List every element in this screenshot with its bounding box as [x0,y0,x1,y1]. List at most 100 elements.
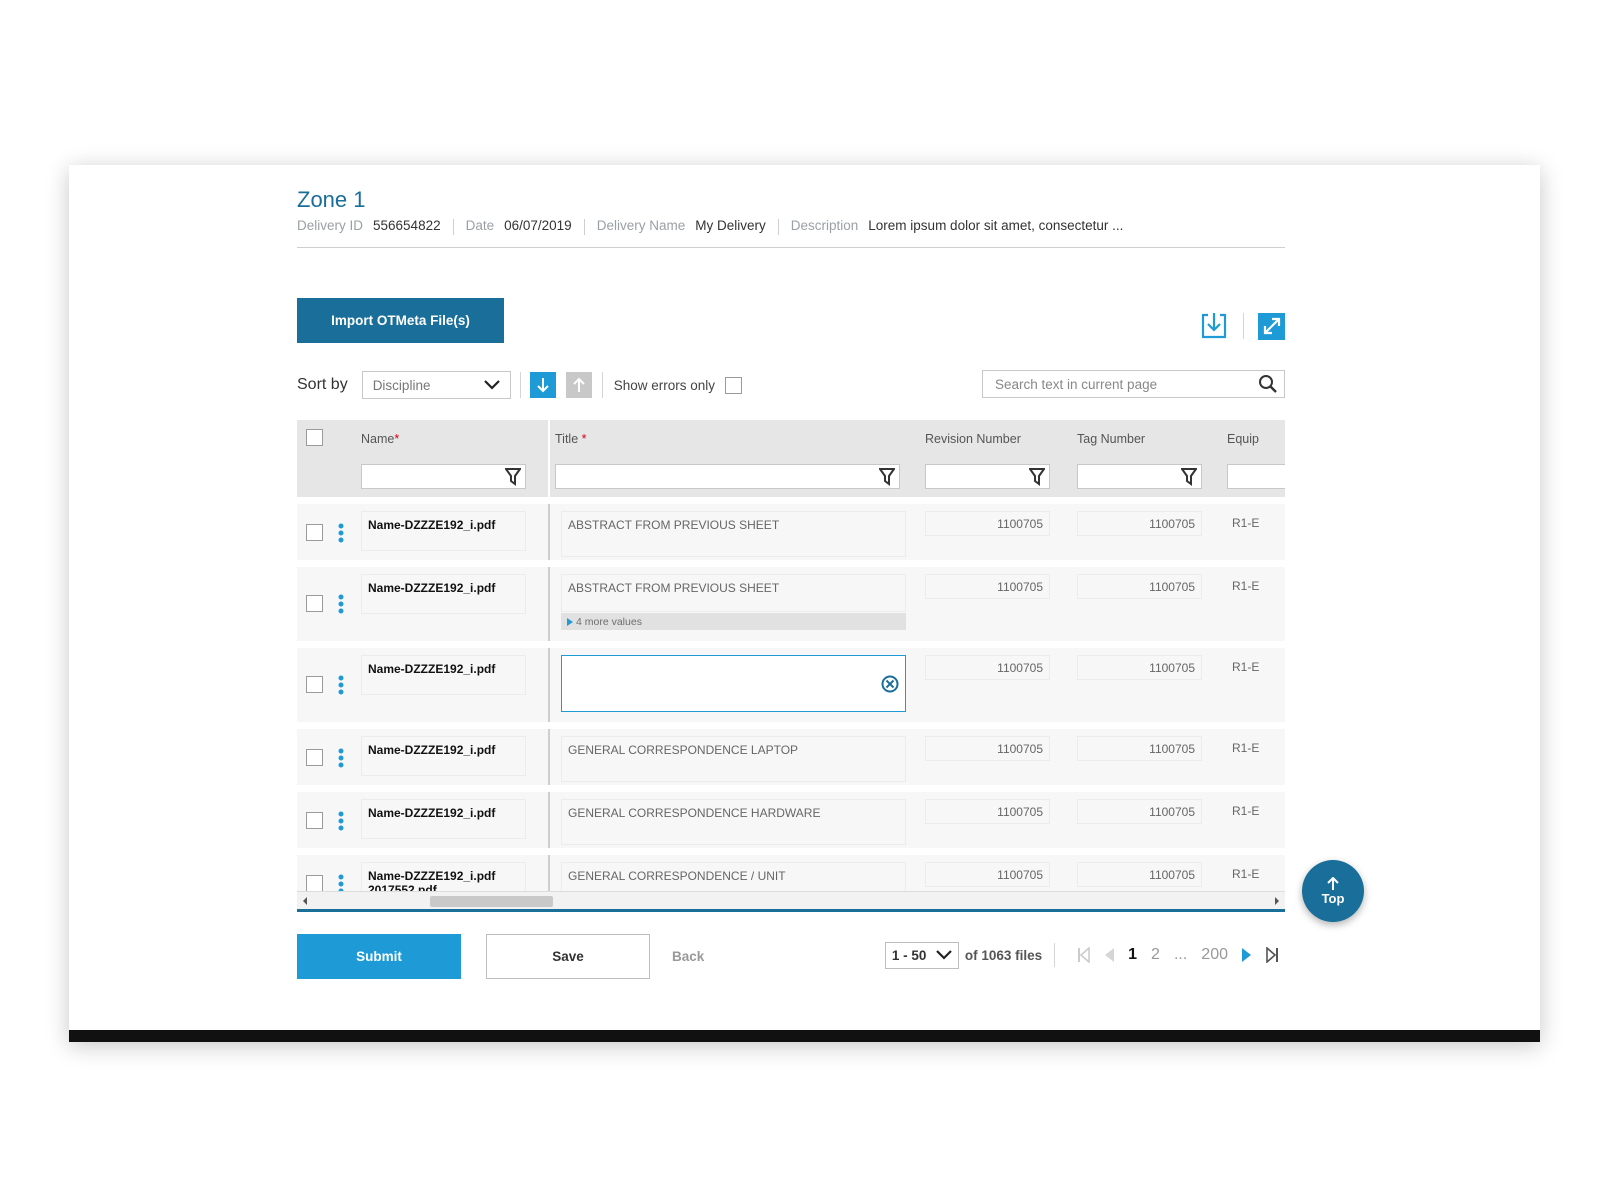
back-to-top-button[interactable]: Top [1302,860,1364,922]
search-icon[interactable] [1258,374,1278,394]
grid-bottom-border [297,909,1285,912]
revision-cell[interactable]: 1100705 [925,574,1050,599]
name-cell[interactable]: Name-DZZZE192_i.pdf [361,574,526,614]
delivery-meta: Delivery ID 556654822 Date 06/07/2019 De… [297,218,1285,248]
meta-divider [452,219,454,235]
next-page-icon[interactable] [1241,947,1253,963]
column-divider [548,729,550,785]
save-button[interactable]: Save [486,933,650,979]
search-input[interactable]: Search text in current page [982,370,1285,398]
row-checkbox[interactable] [306,812,323,829]
title-cell[interactable]: ABSTRACT FROM PREVIOUS SHEET [561,511,906,557]
tag-cell[interactable]: 1100705 [1077,862,1202,887]
revision-cell[interactable]: 1100705 [925,655,1050,680]
more-vertical-icon[interactable] [337,523,345,543]
title-filter-input[interactable] [555,464,900,489]
revision-filter-input[interactable] [925,464,1050,489]
tag-filter-input[interactable] [1077,464,1202,489]
revision-cell[interactable]: 1100705 [925,511,1050,536]
last-page-icon[interactable] [1265,947,1279,963]
title-cell[interactable]: GENERAL CORRESPONDENCE LAPTOP [561,736,906,782]
filter-icon[interactable] [1029,467,1045,486]
page-link-1[interactable]: 1 [1128,946,1137,964]
column-divider [548,504,550,560]
equip-cell[interactable]: R1-E [1232,516,1259,530]
title-cell[interactable]: GENERAL CORRESPONDENCE HARDWARE [561,799,906,845]
show-errors-label: Show errors only [613,377,715,393]
submit-button[interactable]: Submit [297,933,461,979]
scroll-right-icon[interactable] [1273,896,1281,906]
column-divider [548,567,550,641]
name-cell[interactable]: Name-DZZZE192_i.pdf [361,511,526,551]
equip-cell[interactable]: R1-E [1232,741,1259,755]
expand-icon[interactable] [1258,312,1285,340]
row-checkbox[interactable] [306,595,323,612]
more-vertical-icon[interactable] [337,594,345,614]
equip-cell[interactable]: R1-E [1232,660,1259,674]
scrollbar-thumb[interactable] [430,896,553,907]
filter-icon[interactable] [505,467,521,486]
column-header-equip[interactable]: Equip [1227,432,1259,446]
horizontal-scrollbar[interactable] [297,891,1285,909]
page-link-last[interactable]: 200 [1201,946,1228,964]
delivery-name-value: My Delivery [695,218,766,233]
column-divider [548,648,550,722]
page-link-2[interactable]: 2 [1151,946,1160,964]
name-cell[interactable]: Name-DZZZE192_i.pdf [361,799,526,839]
import-otmeta-button[interactable]: Import OTMeta File(s) [297,298,504,343]
back-button[interactable]: Back [672,949,704,964]
meta-divider [777,219,779,235]
column-divider [548,420,550,497]
column-header-revision[interactable]: Revision Number [925,432,1021,446]
title-edit-input[interactable] [561,655,906,712]
tag-cell[interactable]: 1100705 [1077,511,1202,536]
scroll-left-icon[interactable] [301,896,309,906]
equip-cell[interactable]: R1-E [1232,867,1259,881]
sort-descending-button[interactable] [529,372,556,398]
row-checkbox[interactable] [306,524,323,541]
equip-cell[interactable]: R1-E [1232,579,1259,593]
row-checkbox[interactable] [306,875,323,892]
revision-cell[interactable]: 1100705 [925,736,1050,761]
more-vertical-icon[interactable] [337,811,345,831]
more-vertical-icon[interactable] [337,675,345,695]
column-header-title[interactable]: Title * [555,432,587,446]
more-vertical-icon[interactable] [337,748,345,768]
revision-cell[interactable]: 1100705 [925,799,1050,824]
revision-cell[interactable]: 1100705 [925,862,1050,887]
title-cell[interactable]: ABSTRACT FROM PREVIOUS SHEET [561,574,906,612]
previous-page-icon[interactable] [1103,947,1115,963]
description-value: Lorem ipsum dolor sit amet, consectetur … [868,218,1124,233]
page-size-select[interactable]: 1 - 50 [884,941,959,969]
row-checkbox[interactable] [306,676,323,693]
name-filter-input[interactable] [361,464,526,489]
tag-cell[interactable]: 1100705 [1077,799,1202,824]
name-cell[interactable]: Name-DZZZE192_i.pdf [361,736,526,776]
select-all-checkbox[interactable] [306,429,323,446]
equip-filter-input[interactable] [1227,464,1285,489]
column-header-name[interactable]: Name* [361,432,399,446]
name-cell[interactable]: Name-DZZZE192_i.pdf [361,655,526,695]
tag-cell[interactable]: 1100705 [1077,736,1202,761]
download-icon[interactable] [1199,311,1229,341]
total-files-label: of 1063 files [964,947,1043,963]
toolbar-divider [519,372,521,398]
more-values-label: 4 more values [576,615,642,628]
first-page-icon[interactable] [1077,947,1091,963]
date-label: Date [465,218,495,233]
show-errors-checkbox[interactable] [724,376,742,394]
clear-icon[interactable] [881,675,899,693]
row-checkbox[interactable] [306,749,323,766]
sort-ascending-button[interactable] [565,372,592,398]
filter-icon[interactable] [879,467,895,486]
sort-by-label: Sort by [297,376,348,393]
more-values-toggle[interactable]: 4 more values [561,613,906,630]
sort-by-select[interactable]: Discipline [361,371,511,399]
table-row: Name-DZZZE192_i.pdf ABSTRACT FROM PREVIO… [297,567,1285,641]
tag-cell[interactable]: 1100705 [1077,574,1202,599]
table-row: Name-DZZZE192_i.pdf GENERAL CORRESPONDEN… [297,792,1285,848]
tag-cell[interactable]: 1100705 [1077,655,1202,680]
column-header-tag[interactable]: Tag Number [1077,432,1145,446]
filter-icon[interactable] [1181,467,1197,486]
equip-cell[interactable]: R1-E [1232,804,1259,818]
